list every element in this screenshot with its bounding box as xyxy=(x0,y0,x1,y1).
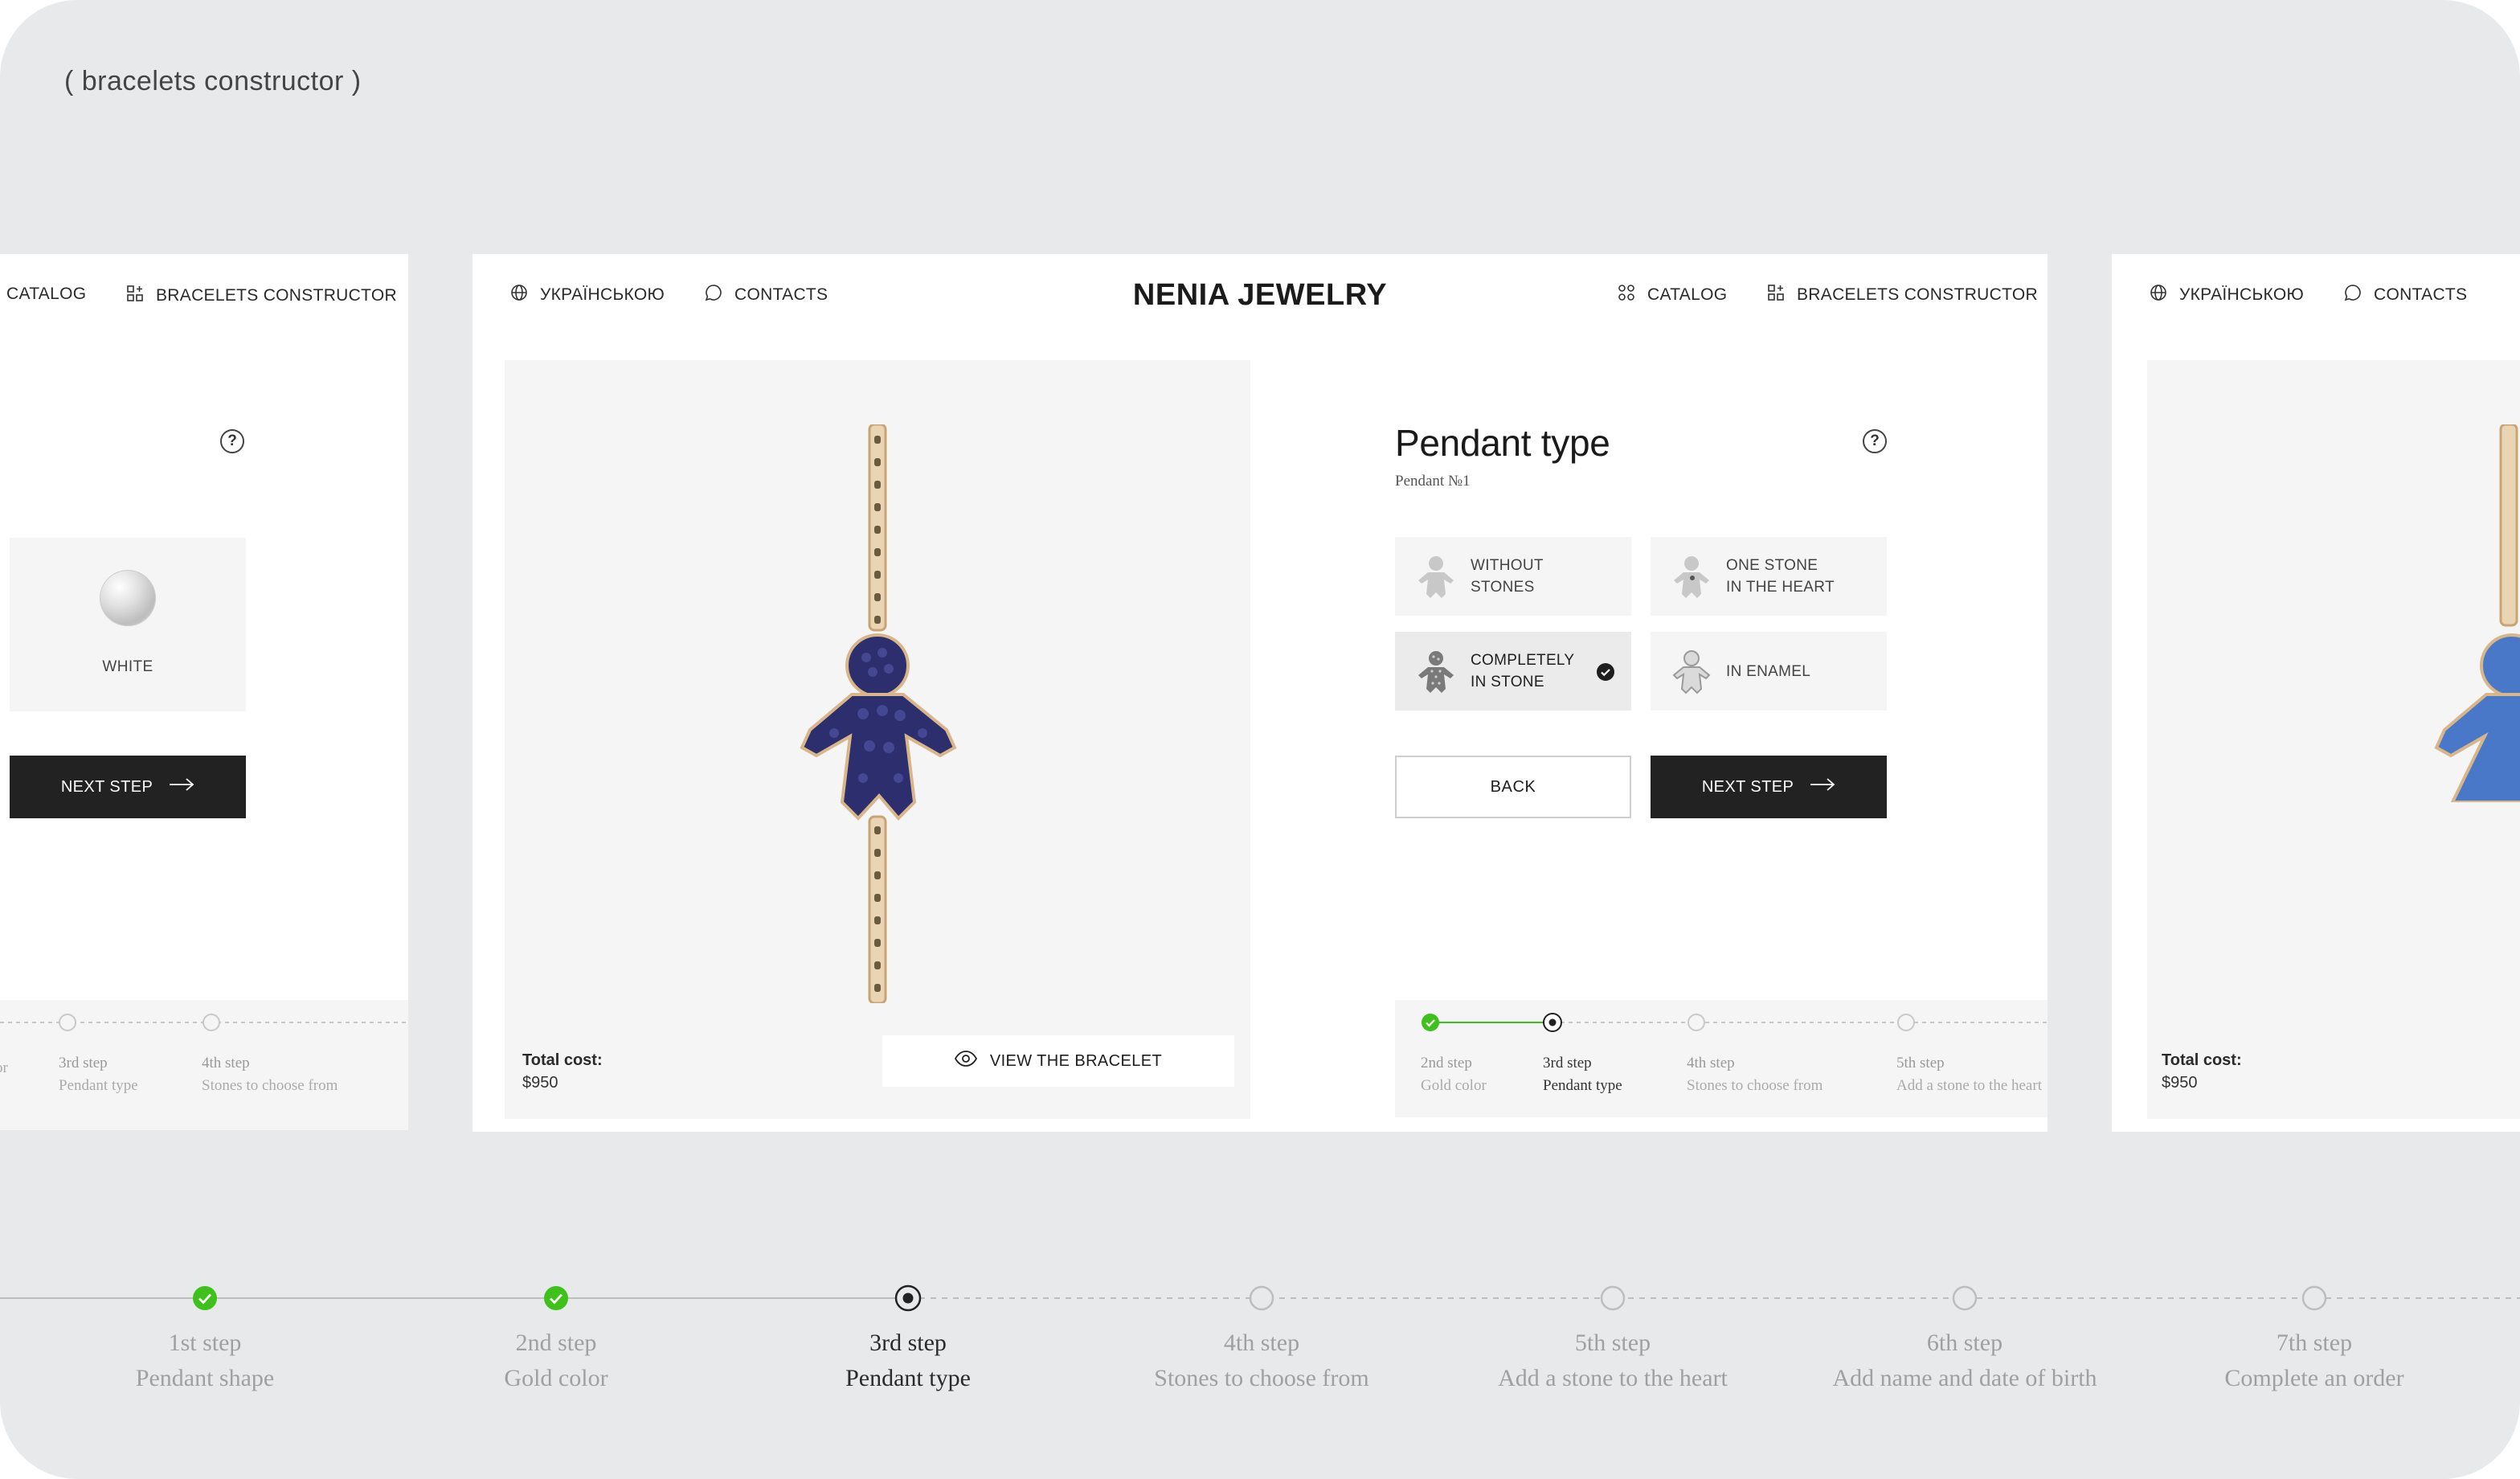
nav-constructor-label: BRACELETS CONSTRUCTOR xyxy=(156,286,397,305)
bracelet-preview: Total cost: $950 xyxy=(2147,360,2520,1119)
next-step-button[interactable]: NEXT STEP xyxy=(1651,756,1887,818)
step-dot xyxy=(1952,1285,1978,1311)
bracelet-image xyxy=(800,424,957,1003)
bracelet-image xyxy=(2434,424,2520,802)
nav-catalog[interactable]: CATALOG xyxy=(6,285,86,304)
total-cost-value: $950 xyxy=(522,1074,558,1092)
step-done-icon xyxy=(544,1286,568,1310)
step-dot xyxy=(1600,1285,1626,1311)
nav-contacts-label: CONTACTS xyxy=(2374,285,2468,304)
step-dot xyxy=(202,1014,220,1031)
help-icon[interactable]: ? xyxy=(220,429,244,453)
mini-step-3: 3rd step Pendant type xyxy=(1543,1055,1622,1094)
main-screen: УКРАЇНСЬКОЮ CONTACTS NENIA JEWELRY CATAL… xyxy=(472,254,2048,1132)
step-3[interactable]: 3rd step Pendant type xyxy=(739,1329,1077,1392)
arrow-right-icon xyxy=(169,777,194,797)
arrow-right-icon xyxy=(1810,777,1835,797)
mini-step-2: or xyxy=(0,1059,8,1076)
step-done-icon xyxy=(1422,1014,1439,1031)
view-bracelet-label: VIEW THE BRACELET xyxy=(989,1051,1163,1070)
bracelet-preview: Total cost: $950 VIEW THE BRACELET xyxy=(505,360,1250,1119)
white-gold-swatch xyxy=(100,570,156,626)
step-7[interactable]: 7th step Complete an order xyxy=(2146,1329,2483,1392)
next-step-button[interactable]: NEXT STEP xyxy=(10,756,246,818)
mini-step-4: 4th step Stones to choose from xyxy=(202,1055,338,1094)
step-dot xyxy=(1688,1014,1705,1031)
mini-step-4: 4th step Stones to choose from xyxy=(1687,1055,1823,1094)
step-2[interactable]: 2nd step Gold color xyxy=(387,1329,725,1392)
figure-enamel-icon xyxy=(1672,650,1711,694)
panel-subtitle: Pendant №1 xyxy=(1395,473,1471,490)
step-5[interactable]: 5th step Add a stone to the heart xyxy=(1444,1329,1782,1392)
step-progress xyxy=(0,1284,2520,1312)
mini-step-3: 3rd step Pendant type xyxy=(59,1055,138,1094)
nav-bracelets-constructor[interactable]: BRACELETS CONSTRUCTOR xyxy=(1766,283,2038,307)
nav-catalog[interactable]: CATALOG xyxy=(1617,283,1727,307)
step-dot xyxy=(1897,1014,1915,1031)
nav-contacts[interactable]: CONTACTS xyxy=(2343,283,2467,307)
nav-catalog-label: CATALOG xyxy=(6,285,87,303)
option-completely-in-stone[interactable]: COMPLETELY IN STONE xyxy=(1395,632,1631,711)
option-one-stone-heart[interactable]: ONE STONE IN THE HEART xyxy=(1651,537,1887,616)
total-cost-value: $950 xyxy=(2162,1074,2198,1092)
nav-constructor-label: BRACELETS CONSTRUCTOR xyxy=(1797,285,2038,304)
back-button[interactable]: BACK xyxy=(1395,756,1631,818)
step-done-icon xyxy=(193,1286,217,1310)
total-cost-label: Total cost: xyxy=(2162,1051,2242,1069)
page-caption: ( bracelets constructor ) xyxy=(64,66,362,96)
step-dot xyxy=(2301,1285,2327,1311)
nav-language[interactable]: УКРАЇНСЬКОЮ xyxy=(2149,283,2304,307)
help-icon[interactable]: ? xyxy=(1863,429,1887,453)
catalog-grid-icon xyxy=(1617,283,1636,307)
figure-full-stone-icon xyxy=(1418,651,1454,693)
figure-one-stone-icon xyxy=(1674,556,1709,598)
color-option-white[interactable]: WHITE xyxy=(10,538,246,711)
option-without-stones[interactable]: WITHOUT STONES xyxy=(1395,537,1631,616)
right-screen-preview: УКРАЇНСЬКОЮ CONTACTS Total cost: $950 xyxy=(2112,254,2520,1132)
step-progress-mini: or 3rd step Pendant type 4th step Stones… xyxy=(0,1000,408,1130)
eye-icon xyxy=(954,1051,977,1071)
showcase-canvas: ( bracelets constructor ) CATALOG BRACEL… xyxy=(0,0,2520,1479)
step-6[interactable]: 6th step Add name and date of birth xyxy=(1796,1329,2133,1392)
step-dot xyxy=(59,1014,76,1031)
selected-check-icon xyxy=(1597,663,1614,681)
nav-catalog-label: CATALOG xyxy=(1647,285,1728,304)
globe-icon xyxy=(2149,283,2168,307)
chat-icon xyxy=(2343,283,2362,307)
nav-language-label: УКРАЇНСЬКОЮ xyxy=(2179,285,2304,304)
nav-bracelets-constructor[interactable]: BRACELETS CONSTRUCTOR xyxy=(125,284,397,308)
total-cost-label: Total cost: xyxy=(522,1051,603,1069)
constructor-icon xyxy=(1766,283,1786,307)
step-progress-mini: 2nd step Gold color 3rd step Pendant typ… xyxy=(1395,1000,2048,1117)
step-1[interactable]: 1st step Pendant shape xyxy=(36,1329,374,1392)
mini-step-5: 5th step Add a stone to the heart xyxy=(1896,1055,2042,1094)
constructor-icon xyxy=(125,284,145,308)
left-screen-preview: CATALOG BRACELETS CONSTRUCTOR ? WHITE NE… xyxy=(0,254,408,1130)
next-step-label: NEXT STEP xyxy=(1701,777,1794,796)
figure-plain-icon xyxy=(1418,556,1454,598)
step-4[interactable]: 4th step Stones to choose from xyxy=(1093,1329,1430,1392)
option-in-enamel[interactable]: IN ENAMEL xyxy=(1651,632,1887,711)
swatch-label: WHITE xyxy=(102,658,153,675)
step-dot xyxy=(1249,1285,1274,1311)
view-bracelet-button[interactable]: VIEW THE BRACELET xyxy=(882,1035,1234,1087)
panel-title: Pendant type xyxy=(1395,422,1610,464)
next-step-label: NEXT STEP xyxy=(60,777,153,796)
mini-step-2: 2nd step Gold color xyxy=(1421,1055,1487,1094)
